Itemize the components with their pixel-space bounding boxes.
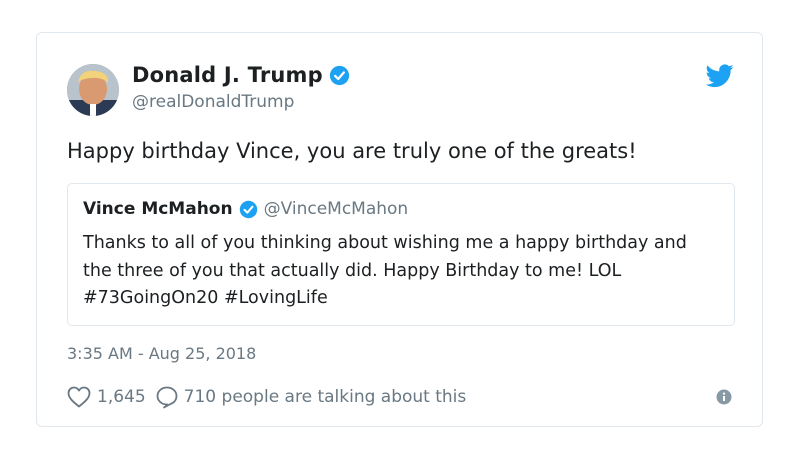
author-name[interactable]: Donald J. Trump: [132, 63, 323, 87]
speech-bubble-icon[interactable]: [155, 385, 179, 409]
author-avatar[interactable]: [67, 64, 119, 116]
quoted-tweet[interactable]: Vince McMahon @VinceMcMahon Thanks to al…: [67, 183, 735, 326]
quoted-tweet-text: Thanks to all of you thinking about wish…: [83, 233, 687, 308]
verified-badge-icon: [239, 200, 258, 219]
verified-badge-icon: [329, 65, 350, 86]
info-icon[interactable]: [716, 389, 732, 405]
quoted-author-name[interactable]: Vince McMahon: [83, 199, 233, 219]
tweet-timestamp[interactable]: 3:35 AM - Aug 25, 2018: [67, 344, 256, 363]
embedded-tweet-card[interactable]: Donald J. Trump @realDonaldTrump Happy b…: [36, 32, 763, 427]
quoted-author-handle[interactable]: @VinceMcMahon: [264, 199, 409, 219]
author-handle[interactable]: @realDonaldTrump: [132, 92, 294, 112]
heart-icon[interactable]: [67, 386, 91, 408]
like-count[interactable]: 1,645: [97, 387, 146, 407]
engagement-bar: 1,645 710 people are talking about this: [67, 385, 466, 409]
conversation-count[interactable]: 710 people are talking about this: [184, 387, 467, 407]
tweet-text: Happy birthday Vince, you are truly one …: [67, 139, 637, 163]
twitter-bird-icon[interactable]: [705, 64, 734, 88]
